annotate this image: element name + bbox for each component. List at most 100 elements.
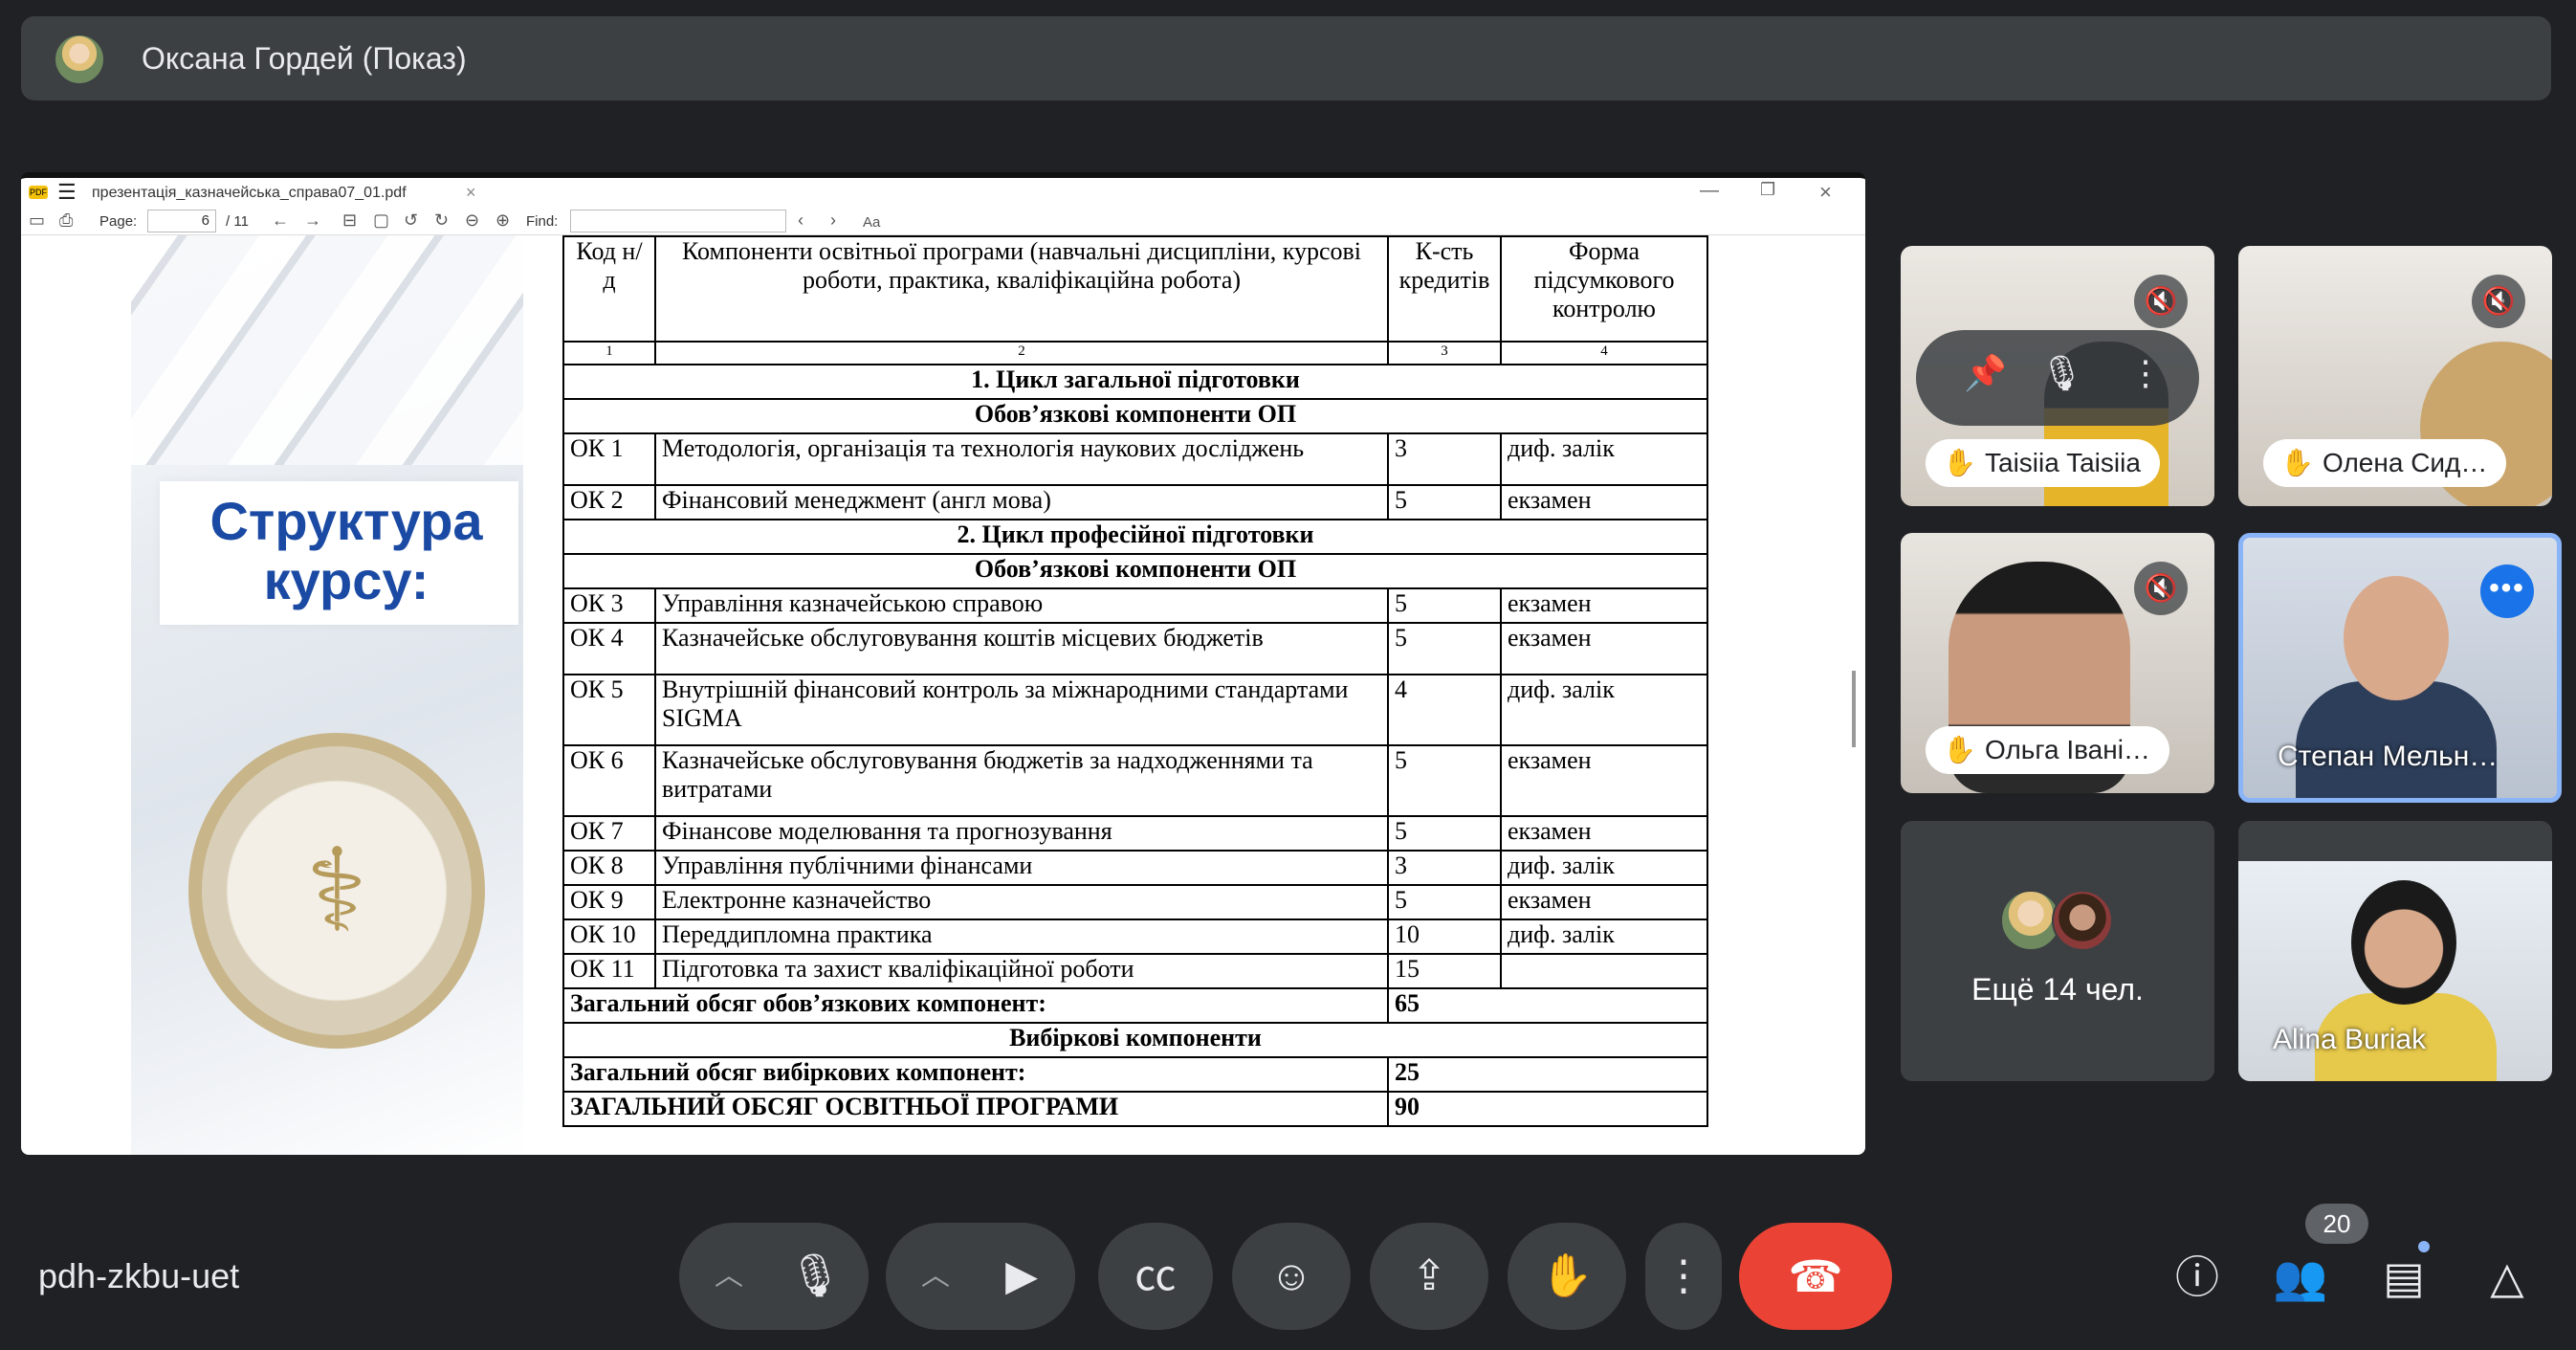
emoji-icon: ☺: [1269, 1252, 1313, 1299]
row-credits: 5: [1387, 587, 1502, 624]
participant-tile-olena[interactable]: 🔇 ✋ Олена Сид…: [2238, 246, 2552, 506]
pin-icon[interactable]: 📌: [1964, 353, 2007, 393]
more-participants-tile[interactable]: Ещё 14 чел.: [1901, 821, 2214, 1081]
video-settings-chevron-icon[interactable]: ︿: [897, 1223, 974, 1330]
activities-icon: △: [2490, 1252, 2524, 1302]
emoji-button[interactable]: ☺: [1232, 1223, 1351, 1330]
table-row: ОК 10 Переддипломна практика 10 диф. зал…: [562, 918, 1708, 955]
header-num-3: 3: [1387, 341, 1502, 365]
find-next-icon[interactable]: ›: [830, 210, 836, 230]
rotate-right-icon[interactable]: ↻: [434, 210, 449, 230]
row-code: ОК 11: [562, 953, 656, 989]
header-components: Компоненти освітньої програми (навчальні…: [654, 235, 1389, 343]
page-number-input[interactable]: 6: [147, 210, 216, 232]
fit-page-icon[interactable]: ▢: [373, 210, 389, 230]
row-code: ОК 9: [562, 884, 656, 920]
row-form: диф. залік: [1500, 432, 1708, 486]
rotate-left-icon[interactable]: ↺: [404, 210, 418, 230]
zoom-in-icon[interactable]: ⊕: [495, 210, 510, 230]
chat-button[interactable]: ▤: [2361, 1234, 2447, 1320]
participant-tile-stepan[interactable]: ••• Степан Мельн…: [2238, 533, 2562, 803]
present-screen-button[interactable]: ⇪: [1370, 1223, 1488, 1330]
total-mandatory-label: Загальний обсяг обов’язкових компонент:: [562, 987, 1389, 1024]
page-label: Page:: [99, 213, 138, 230]
row-credits: 5: [1387, 815, 1502, 852]
participant-name: Alina Buriak: [2273, 1024, 2427, 1055]
window-close-icon[interactable]: ×: [1819, 180, 1832, 205]
raised-hand-icon: ✋: [1943, 735, 1976, 764]
row-form: екзамен: [1500, 484, 1708, 520]
row-credits: 3: [1387, 850, 1502, 886]
participant-tile-alina[interactable]: Alina Buriak: [2238, 821, 2552, 1081]
row-code: ОК 4: [562, 622, 656, 675]
table-row: ОК 4 Казначейське обслуговування коштів …: [562, 622, 1708, 675]
people-icon: 👥: [2273, 1252, 2328, 1302]
participant-tile-olha[interactable]: 🔇 ✋ Ольга Івані…: [1901, 533, 2214, 793]
row-code: ОК 7: [562, 815, 656, 852]
people-button[interactable]: 👥: [2257, 1234, 2344, 1320]
meeting-info-button[interactable]: ⓘ: [2154, 1234, 2240, 1320]
row-form: диф. залік: [1500, 850, 1708, 886]
camera-icon: ▶: [1005, 1252, 1038, 1299]
raise-hand-button[interactable]: ✋: [1508, 1223, 1626, 1330]
captions-button[interactable]: ㏄: [1098, 1223, 1213, 1330]
table-row: ОК 3 Управління казначейською справою 5 …: [562, 587, 1708, 624]
row-form: диф. залік: [1500, 918, 1708, 955]
row-form: екзамен: [1500, 587, 1708, 624]
camera-button[interactable]: ▶: [968, 1223, 1075, 1330]
mic-off-icon: 🔇: [2134, 562, 2188, 615]
pdf-app-icon: PDF: [29, 186, 48, 199]
more-options-button[interactable]: ⋮: [1645, 1223, 1722, 1330]
header-num-4: 4: [1500, 341, 1708, 365]
raised-hand-icon: ✋: [1943, 448, 1976, 477]
audio-settings-chevron-icon[interactable]: ︿: [691, 1223, 767, 1330]
hamburger-menu-icon[interactable]: ☰: [57, 182, 77, 203]
open-folder-icon[interactable]: ▭: [29, 210, 45, 230]
prev-page-icon[interactable]: ←: [272, 210, 289, 230]
window-minimize-icon[interactable]: —: [1700, 180, 1719, 202]
activities-button[interactable]: △: [2464, 1234, 2550, 1320]
find-input[interactable]: [570, 210, 786, 232]
tab-close-icon[interactable]: ×: [466, 183, 476, 203]
next-page-icon[interactable]: →: [304, 210, 321, 230]
more-options-icon[interactable]: ⋮: [2128, 353, 2163, 393]
pdf-tab-filename[interactable]: презентація_казначейська_справа07_01.pdf: [92, 185, 407, 202]
raised-hand-icon: ✋: [2280, 448, 2314, 477]
find-label: Find:: [526, 213, 559, 230]
row-code: ОК 3: [562, 587, 656, 624]
find-prev-icon[interactable]: ‹: [798, 210, 804, 230]
total-program-label: ЗАГАЛЬНИЙ ОБСЯГ ОСВІТНЬОЇ ПРОГРАМИ: [562, 1091, 1389, 1127]
row-name: Електронне казначейство: [654, 884, 1389, 920]
row-code: ОК 2: [562, 484, 656, 520]
section-heading: Обов’язкові компоненти ОП: [562, 553, 1708, 589]
more-participants-label: Ещё 14 чел.: [1971, 972, 2144, 1007]
microphone-button[interactable]: 🎙: [761, 1223, 869, 1330]
presenter-name: Оксана Гордей (Показ): [142, 41, 467, 76]
meeting-code: pdh-zkbu-uet: [38, 1256, 240, 1295]
row-name: Казначейське обслуговування бюджетів за …: [654, 744, 1389, 817]
participant-name-chip: ✋ Олена Сид…: [2263, 439, 2507, 487]
match-case-toggle[interactable]: Aa: [863, 213, 880, 232]
pdf-scrollbar-thumb[interactable]: [1852, 671, 1856, 747]
mic-off-icon: 🔇: [2472, 275, 2525, 328]
participant-name-chip: ✋ Ольга Івані…: [1926, 726, 2169, 774]
window-restore-icon[interactable]: ❐: [1760, 180, 1775, 200]
participant-name: Степан Мельн…: [2278, 741, 2499, 772]
row-name: Казначейське обслуговування коштів місце…: [654, 622, 1389, 675]
print-icon[interactable]: ⎙: [59, 210, 73, 230]
pdf-toolbar: ▭ ⎙ Page: 6 / 11 ← → ⊟ ▢ ↺ ↻ ⊖ ⊕ Find: ‹…: [21, 207, 1865, 235]
header-form: Форма підсумкового контролю: [1500, 235, 1708, 343]
row-code: ОК 6: [562, 744, 656, 817]
row-name: Управління публічними фінансами: [654, 850, 1389, 886]
mic-off-icon: 🔇: [2134, 275, 2188, 328]
presenter-avatar: [55, 35, 103, 83]
fit-width-icon[interactable]: ⊟: [342, 210, 357, 230]
participant-tile-taisiia[interactable]: 📌 🎙 ⋮ 🔇 ✋ Taisiia Taisiia: [1901, 246, 2214, 506]
curriculum-table: Код н/д Компоненти освітньої програми (н…: [562, 235, 1708, 1127]
hangup-button[interactable]: ☎: [1739, 1223, 1892, 1330]
zoom-out-icon[interactable]: ⊖: [465, 210, 479, 230]
row-credits: 3: [1387, 432, 1502, 486]
section-heading: Обов’язкові компоненти ОП: [562, 398, 1708, 434]
participant-video: [2344, 576, 2449, 700]
mute-participant-icon[interactable]: 🎙: [2040, 353, 2084, 393]
